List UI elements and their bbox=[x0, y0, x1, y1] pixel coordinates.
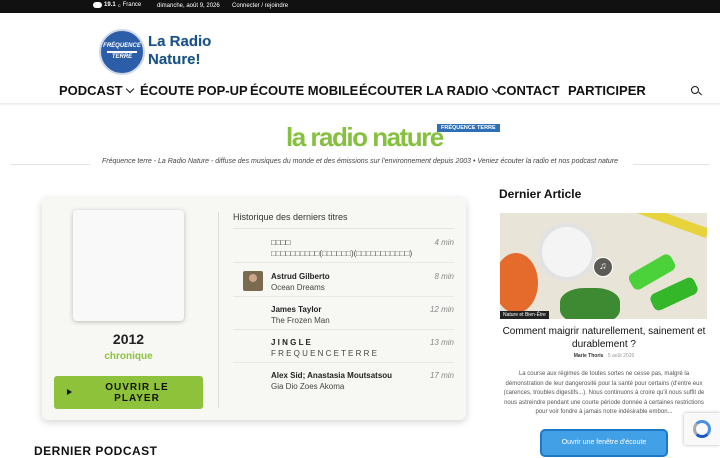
temperature-unit: C bbox=[117, 2, 121, 8]
cloud-icon bbox=[93, 2, 102, 8]
history-track[interactable]: □□□□ □□□□□□□□□□(□□□□□□)(□□□□□□□□□□□) 4 m… bbox=[233, 230, 454, 263]
nav-item-label: ÉCOUTER LA RADIO bbox=[359, 83, 489, 98]
article-author[interactable]: Marie Thoris bbox=[574, 353, 604, 359]
nav-shadow bbox=[0, 103, 720, 106]
nav-item-ecouter-la-radio[interactable]: ÉCOUTER LA RADIO bbox=[359, 83, 500, 98]
nav-item-participer[interactable]: PARTICIPER bbox=[568, 83, 646, 98]
current-date: dimanche, août 9, 2026 bbox=[157, 3, 220, 9]
logo-badge: FRÉQUENCE TERRE bbox=[99, 29, 145, 75]
weather-widget: 19.1 C France bbox=[93, 2, 141, 8]
brand-tag: FRÉQUENCE TERRE bbox=[437, 124, 500, 132]
history-title: Historique des derniers titres bbox=[233, 212, 348, 222]
recaptcha-icon bbox=[693, 420, 711, 438]
search-handle bbox=[698, 91, 702, 96]
weather-location: France bbox=[122, 2, 142, 8]
article-image[interactable]: ♫ Nature et Bien-Être bbox=[500, 213, 707, 319]
track-artist: □□□□ bbox=[271, 238, 291, 247]
history-track[interactable]: Alex Sid; Anastasia Moutsatsou Gia Dio Z… bbox=[233, 363, 454, 396]
track-artist: Alex Sid; Anastasia Moutsatsou bbox=[271, 371, 393, 380]
recaptcha-badge[interactable] bbox=[684, 413, 720, 445]
history-rule bbox=[233, 228, 454, 229]
track-artist: James Taylor bbox=[271, 305, 322, 314]
main-nav: PODCAST ÉCOUTE POP-UP ÉCOUTE MOBILE ÉCOU… bbox=[0, 80, 720, 102]
nav-item-label: CONTACT bbox=[497, 83, 560, 98]
radio-player: 2012 chronique OUVRIR LE PLAYER Historiq… bbox=[42, 198, 466, 420]
article-headline[interactable]: Comment maigrir naturellement, sainement… bbox=[500, 325, 708, 351]
nav-item-contact[interactable]: CONTACT bbox=[497, 83, 560, 98]
nav-item-ecoute-mobile[interactable]: ÉCOUTE MOBILE bbox=[250, 83, 358, 98]
track-title: The Frozen Man bbox=[271, 316, 330, 325]
chevron-down-icon bbox=[125, 84, 134, 94]
login-link[interactable]: Connecter / rejoindre bbox=[232, 3, 288, 9]
track-time: 17 min bbox=[429, 371, 454, 380]
article-excerpt: La course aux régimes de toutes sortes n… bbox=[503, 371, 705, 415]
top-bar: 19.1 C France dimanche, août 9, 2026 Con… bbox=[0, 0, 720, 13]
logo-ring bbox=[107, 51, 137, 53]
logo-badge-line1: FRÉQUENCE bbox=[103, 43, 141, 49]
article-meta: Marie Thoris 5 août 2026 bbox=[500, 353, 708, 359]
track-time: 4 min bbox=[434, 238, 454, 247]
nav-item-label: PODCAST bbox=[59, 83, 123, 98]
history-track[interactable]: James Taylor The Frozen Man 12 min bbox=[233, 297, 454, 330]
nav-item-label: ÉCOUTE POP-UP bbox=[140, 83, 248, 98]
track-artist: Astrud Gilberto bbox=[271, 272, 330, 281]
logo-wordmark: La Radio Nature! bbox=[148, 33, 212, 68]
track-title: Ocean Dreams bbox=[271, 283, 325, 292]
track-year: 2012 bbox=[112, 331, 145, 347]
open-listen-window-button[interactable]: Ouvrir une fenêtre d'écoute bbox=[540, 429, 668, 457]
vegetable-shape bbox=[560, 288, 620, 319]
temperature: 19.1 bbox=[104, 2, 116, 8]
track-time: 13 min bbox=[429, 338, 454, 347]
logo-badge-line2: TERRE bbox=[111, 54, 133, 60]
site-logo[interactable]: FRÉQUENCE TERRE La Radio Nature! bbox=[99, 29, 214, 75]
track-title: Gia Dio Zoes Akoma bbox=[271, 382, 345, 391]
nav-item-label: ÉCOUTE MOBILE bbox=[250, 83, 359, 98]
vegetable-shape bbox=[500, 253, 538, 313]
site-tagline: Fréquence terre - La Radio Nature - diff… bbox=[102, 158, 618, 165]
nav-item-ecoute-popup[interactable]: ÉCOUTE POP-UP bbox=[140, 83, 248, 98]
history-track[interactable]: Astrud Gilberto Ocean Dreams 8 min bbox=[233, 264, 454, 297]
sidebar-title: Dernier Article bbox=[499, 187, 582, 201]
track-thumbnail bbox=[243, 271, 263, 291]
scale-shape bbox=[538, 223, 596, 281]
track-title: F R E Q U E N C E T E R R E bbox=[271, 349, 377, 358]
album-cover bbox=[73, 210, 184, 321]
latest-podcast-heading: DERNIER PODCAST bbox=[34, 444, 158, 458]
dumbbell-shape bbox=[648, 275, 700, 313]
open-player-button[interactable]: OUVRIR LE PLAYER bbox=[54, 376, 203, 409]
article-category[interactable]: Nature et Bien-Être bbox=[500, 311, 549, 319]
article-date: 5 août 2026 bbox=[607, 353, 635, 359]
track-time: 12 min bbox=[429, 305, 454, 314]
history-track[interactable]: J I N G L E F R E Q U E N C E T E R R E … bbox=[233, 330, 454, 363]
nav-item-label: PARTICIPER bbox=[568, 83, 646, 98]
play-icon bbox=[67, 389, 72, 395]
search-icon[interactable] bbox=[691, 86, 702, 96]
nav-item-podcast[interactable]: PODCAST bbox=[59, 83, 134, 98]
music-note-icon[interactable]: ♫ bbox=[593, 257, 613, 277]
track-subtitle: chronique bbox=[104, 351, 153, 362]
player-divider bbox=[218, 212, 219, 408]
open-player-label: OUVRIR LE PLAYER bbox=[105, 382, 169, 404]
brand-title: la radio nature bbox=[286, 122, 444, 152]
track-artist: J I N G L E bbox=[271, 338, 311, 347]
track-title: □□□□□□□□□□(□□□□□□)(□□□□□□□□□□□) bbox=[271, 249, 413, 258]
track-time: 8 min bbox=[434, 272, 454, 281]
measuring-tape-shape bbox=[621, 213, 707, 239]
